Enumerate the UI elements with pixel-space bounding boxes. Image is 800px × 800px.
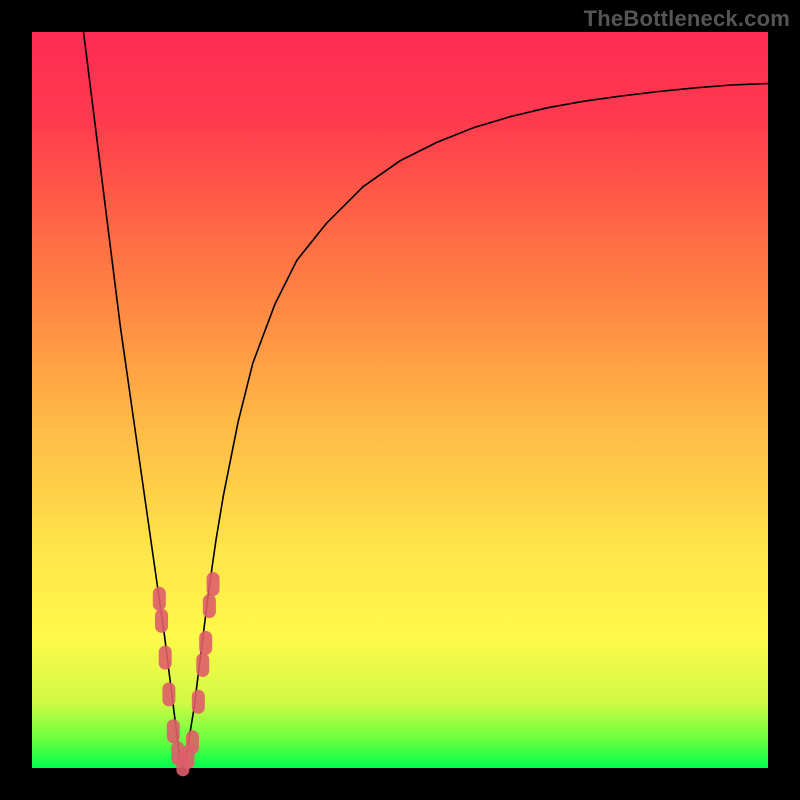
bottleneck-curve — [32, 32, 768, 768]
data-marker — [192, 690, 205, 714]
data-marker — [167, 719, 180, 743]
data-marker — [199, 631, 212, 655]
attribution-label: TheBottleneck.com — [584, 6, 790, 32]
curve-path — [84, 32, 768, 768]
data-marker — [196, 653, 209, 677]
data-marker — [186, 730, 199, 754]
data-marker — [155, 609, 168, 633]
data-marker — [207, 572, 220, 596]
plot-area — [32, 32, 768, 768]
data-marker — [162, 682, 175, 706]
data-marker — [159, 646, 172, 670]
data-marker — [153, 587, 166, 611]
data-marker — [203, 594, 216, 618]
chart-frame: TheBottleneck.com — [0, 0, 800, 800]
data-markers — [153, 572, 220, 776]
